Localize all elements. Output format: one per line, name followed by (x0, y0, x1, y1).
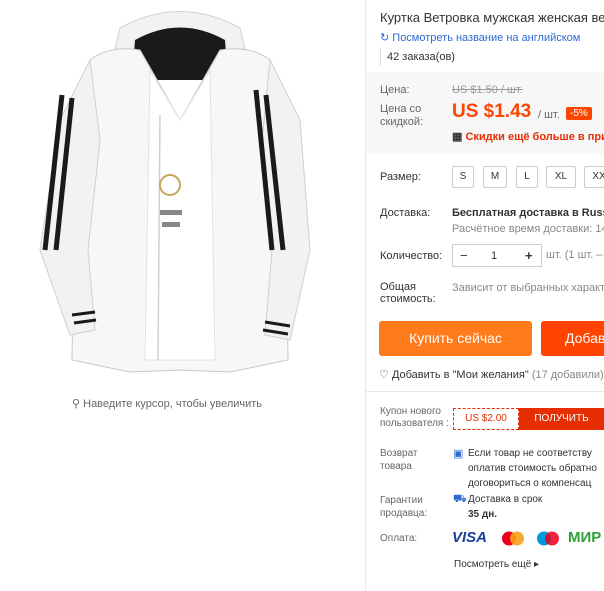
search-icon: ⚲ (72, 398, 81, 410)
quantity-plus-button[interactable]: + (525, 248, 533, 263)
size-option-l[interactable]: L (516, 166, 538, 188)
heart-icon: ♡ (379, 369, 389, 381)
add-to-cart-button[interactable]: Добав (541, 321, 604, 356)
total-value: Зависит от выбранных характе (452, 282, 604, 294)
divider (366, 391, 604, 392)
coupon-label: Купон нового пользователя : (380, 406, 449, 429)
product-title: Куртка Ветровка мужская женская ве (380, 10, 604, 25)
price-unit: / шт. (538, 109, 560, 121)
mir-logo: МИР (568, 529, 602, 546)
quantity-note: шт. (1 шт. – (546, 249, 603, 261)
delivery-label: Доставка: (380, 207, 431, 219)
delivery-time: Расчётное время доставки: 14 (452, 223, 604, 235)
quantity-minus-button[interactable]: − (460, 248, 468, 263)
old-price: US $1.50 / шт. (452, 84, 523, 96)
get-coupon-button[interactable]: ПОЛУЧИТЬ (519, 408, 604, 430)
app-discount-link[interactable]: ▦ Скидки ещё больше в прил (452, 130, 604, 143)
payment-label: Оплата: (380, 533, 418, 544)
total-label: Общая стоимость: (380, 281, 436, 305)
coupon-amount: US $2.00 (453, 408, 519, 430)
wishlist-link[interactable]: ♡ Добавить в "Мои желания" (17 добавили) (379, 368, 604, 381)
size-option-m[interactable]: M (483, 166, 507, 188)
discount-badge: -5% (566, 107, 592, 120)
product-image[interactable] (0, 0, 360, 390)
guarantee-label: Гарантии продавца: (380, 495, 428, 519)
divider (380, 48, 381, 66)
guarantee-text: Доставка в срок (468, 494, 543, 505)
quantity-stepper: − 1 + (452, 244, 542, 267)
size-option-xl[interactable]: XL (546, 166, 576, 188)
orders-count: 42 заказа(ов) (387, 51, 455, 63)
wishlist-count: (17 добавили) (531, 369, 604, 381)
qr-code-icon: ▦ (452, 131, 463, 143)
delivery-value[interactable]: Бесплатная доставка в Russia (452, 207, 604, 219)
current-price: US $1.43 (452, 101, 532, 122)
quantity-input[interactable]: 1 (491, 250, 497, 262)
chevron-right-icon: ▸ (534, 559, 540, 570)
mastercard-logo (500, 530, 526, 547)
translate-icon: ↻ (380, 32, 390, 44)
visa-logo: VISA (452, 529, 488, 546)
returns-icon: ▣ (453, 448, 464, 460)
size-option-s[interactable]: S (452, 166, 474, 188)
returns-text: Если товар не соответству оплатив стоимо… (468, 448, 597, 489)
size-label: Размер: (380, 171, 421, 183)
see-more-payment-link[interactable]: Посмотреть ещё ▸ (454, 559, 539, 570)
guarantee-days: 35 дн. (468, 509, 498, 520)
translate-link[interactable]: ↻ Посмотреть название на английском (380, 31, 580, 44)
price-label: Цена: (380, 84, 410, 96)
maestro-logo (535, 530, 561, 547)
size-option-xxl[interactable]: XX (584, 166, 604, 188)
zoom-hint: ⚲ Наведите курсор, чтобы увеличить (72, 398, 263, 410)
discount-price-label: Цена со скидкой: (380, 103, 424, 128)
quantity-label: Количество: (380, 250, 443, 262)
returns-label: Возврат товара (380, 448, 418, 472)
buy-now-button[interactable]: Купить сейчас (379, 321, 532, 356)
truck-icon: ⛟ (453, 493, 467, 505)
